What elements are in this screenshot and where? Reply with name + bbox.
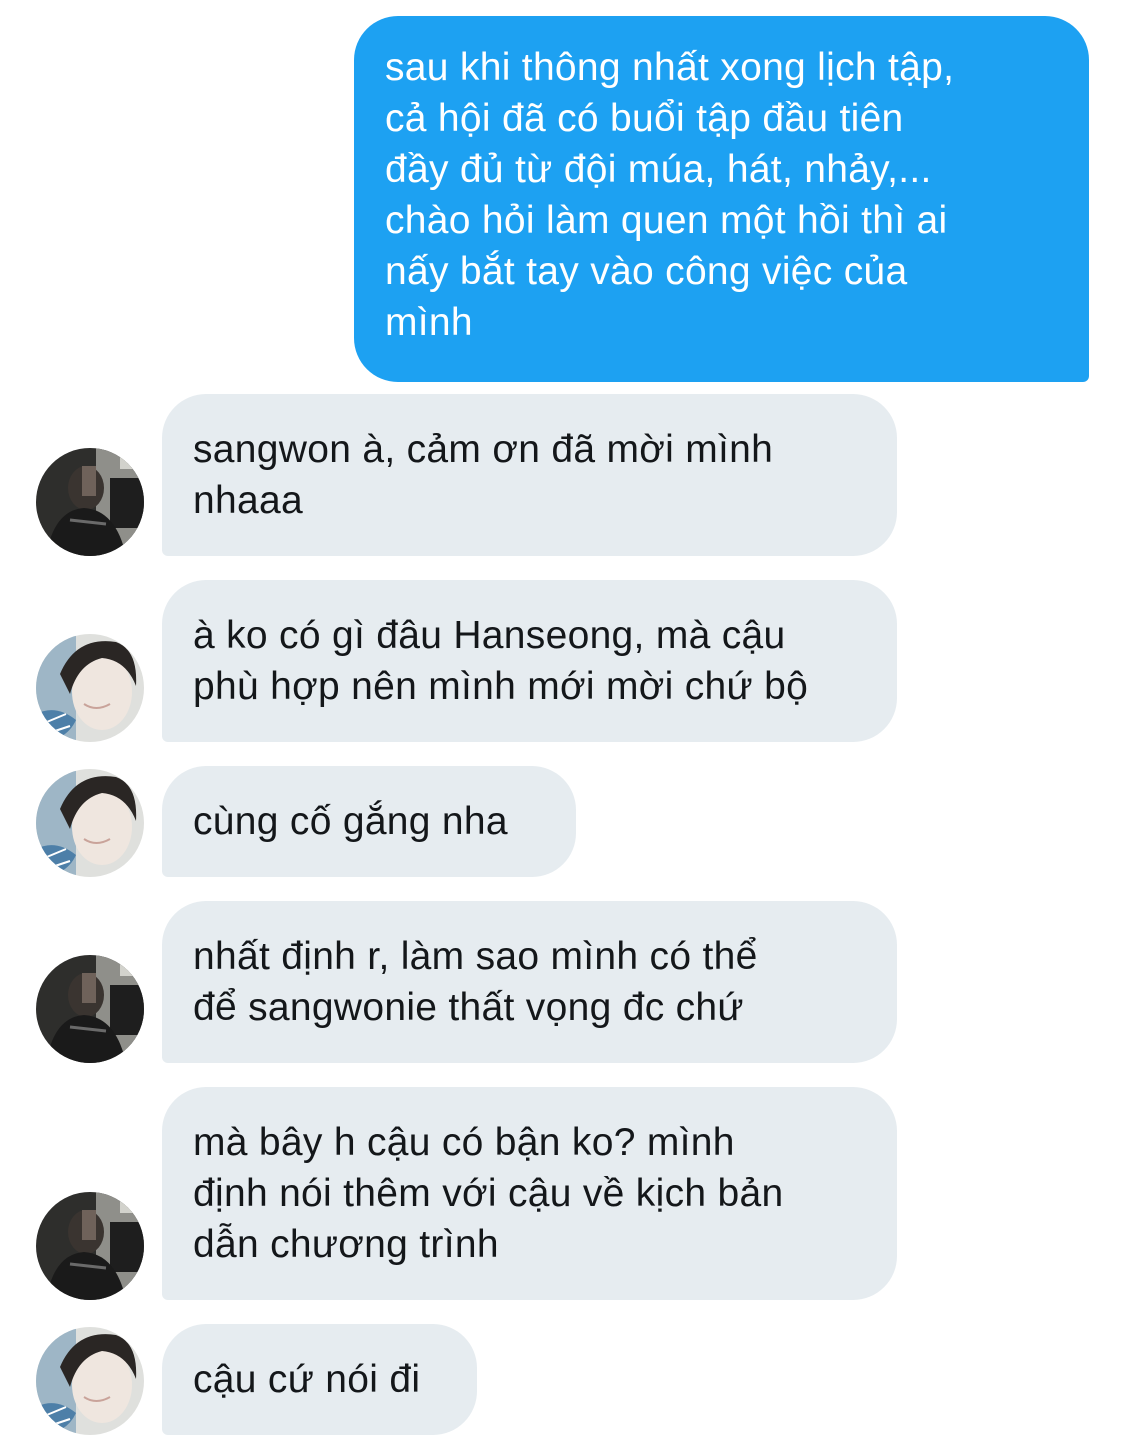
dark-photo-avatar-icon[interactable] <box>36 448 144 556</box>
incoming-message-bubble[interactable]: à ko có gì đâu Hanseong, mà cậu phù hợp … <box>162 580 897 742</box>
incoming-message-bubble[interactable]: nhất định r, làm sao mình có thể để sang… <box>162 901 897 1063</box>
dark-photo-avatar-icon[interactable] <box>36 955 144 1063</box>
outgoing-message-bubble[interactable]: sau khi thông nhất xong lịch tập, cả hội… <box>354 16 1089 382</box>
light-photo-avatar-icon[interactable] <box>36 769 144 877</box>
incoming-message-bubble[interactable]: cùng cố gắng nha <box>162 766 576 877</box>
dark-photo-avatar-icon[interactable] <box>36 1192 144 1300</box>
incoming-message-bubble[interactable]: mà bây h cậu có bận ko? mình định nói th… <box>162 1087 897 1300</box>
light-photo-avatar-icon[interactable] <box>36 634 144 742</box>
light-photo-avatar-icon[interactable] <box>36 1327 144 1435</box>
incoming-message-bubble[interactable]: cậu cứ nói đi <box>162 1324 477 1435</box>
incoming-message-bubble[interactable]: sangwon à, cảm ơn đã mời mình nhaaa <box>162 394 897 556</box>
